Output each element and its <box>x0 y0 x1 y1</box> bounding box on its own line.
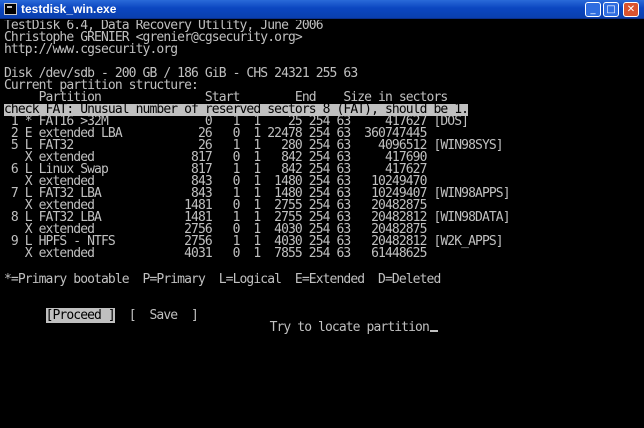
text-cursor <box>429 330 438 332</box>
status-text: Try to locate partition <box>269 320 430 335</box>
partition-type-legend: *=Primary bootable P=Primary L=Logical E… <box>4 272 441 287</box>
status-line: Try to locate partition <box>228 310 438 334</box>
save-option[interactable]: [ Save ] <box>129 308 199 323</box>
maximize-button[interactable]: □ <box>603 2 619 17</box>
window-title: testdisk_win.exe <box>21 2 117 16</box>
title-bar[interactable]: testdisk_win.exe _ □ ✕ <box>0 0 644 19</box>
testdisk-window: testdisk_win.exe _ □ ✕ TestDisk 6.4, Dat… <box>0 0 644 428</box>
console-output: TestDisk 6.4, Data Recovery Utility, Jun… <box>4 20 640 426</box>
website-line: http://www.cgsecurity.org <box>4 42 178 57</box>
console-app-icon <box>4 3 17 15</box>
minimize-button[interactable]: _ <box>585 2 601 17</box>
close-button[interactable]: ✕ <box>623 2 639 17</box>
proceed-option[interactable]: [Proceed ] <box>45 308 116 323</box>
partition-row: X extended 4031 0 1 7855 254 63 61448625 <box>4 246 428 261</box>
menu-actions: [Proceed ] [ Save ] <box>4 298 199 323</box>
